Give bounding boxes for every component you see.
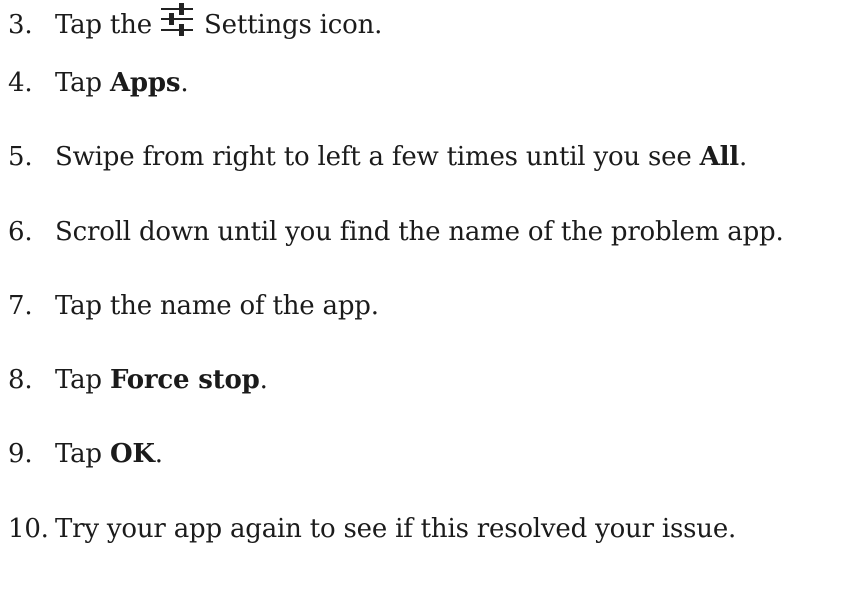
step-text-post: . [154, 439, 163, 469]
step-number: 9. [8, 439, 33, 469]
step-text: Scroll down until you find the name of t… [55, 212, 784, 252]
step-9: 9. Tap OK. [8, 434, 163, 474]
step-text: Tap the name of the app. [55, 286, 379, 326]
step-text-pre: Try your app again to see if this resolv… [55, 514, 737, 544]
step-number: 3. [8, 10, 33, 40]
step-6: 6. Scroll down until you find the name o… [8, 212, 784, 252]
step-text-bold: Force stop [109, 365, 260, 395]
step-text: Swipe from right to left a few times unt… [55, 137, 747, 177]
step-4: 4. Tap Apps. [8, 63, 189, 103]
step-text: Tap Force stop. [55, 360, 268, 400]
step-number: 8. [8, 365, 33, 395]
step-number: 4. [8, 68, 33, 98]
step-text-pre: Tap [55, 68, 110, 98]
step-number: 6. [8, 217, 33, 247]
step-text-pre: Tap the [55, 10, 160, 40]
step-8: 8. Tap Force stop. [8, 360, 268, 400]
step-text: Tap OK. [55, 434, 163, 474]
step-text-post: Settings icon. [195, 10, 383, 40]
step-text-pre: Tap [55, 439, 110, 469]
step-text: Try your app again to see if this resolv… [55, 509, 736, 549]
step-text-bold: All [699, 142, 740, 172]
settings-sliders-icon [160, 3, 193, 36]
step-text-bold: Apps [109, 68, 181, 98]
step-3: 3. Tap the Settings icon. [8, 3, 383, 45]
step-number: 10. [8, 514, 49, 544]
step-text-post: . [180, 68, 189, 98]
step-text-post: . [259, 365, 268, 395]
step-number: 7. [8, 291, 33, 321]
step-text-pre: Tap the name of the app. [55, 291, 379, 321]
step-10: 10. Try your app again to see if this re… [8, 509, 736, 549]
step-text: Tap Apps. [55, 63, 189, 103]
step-text-pre: Swipe from right to left a few times unt… [55, 142, 700, 172]
step-5: 5. Swipe from right to left a few times … [8, 137, 747, 177]
step-text-bold: OK [109, 439, 155, 469]
step-text-post: . [738, 142, 748, 172]
step-number: 5. [8, 142, 33, 172]
step-7: 7. Tap the name of the app. [8, 286, 379, 326]
step-text: Tap the Settings icon. [55, 3, 383, 45]
step-text-pre: Tap [55, 365, 110, 395]
step-text-pre: Scroll down until you find the name of t… [55, 217, 784, 247]
